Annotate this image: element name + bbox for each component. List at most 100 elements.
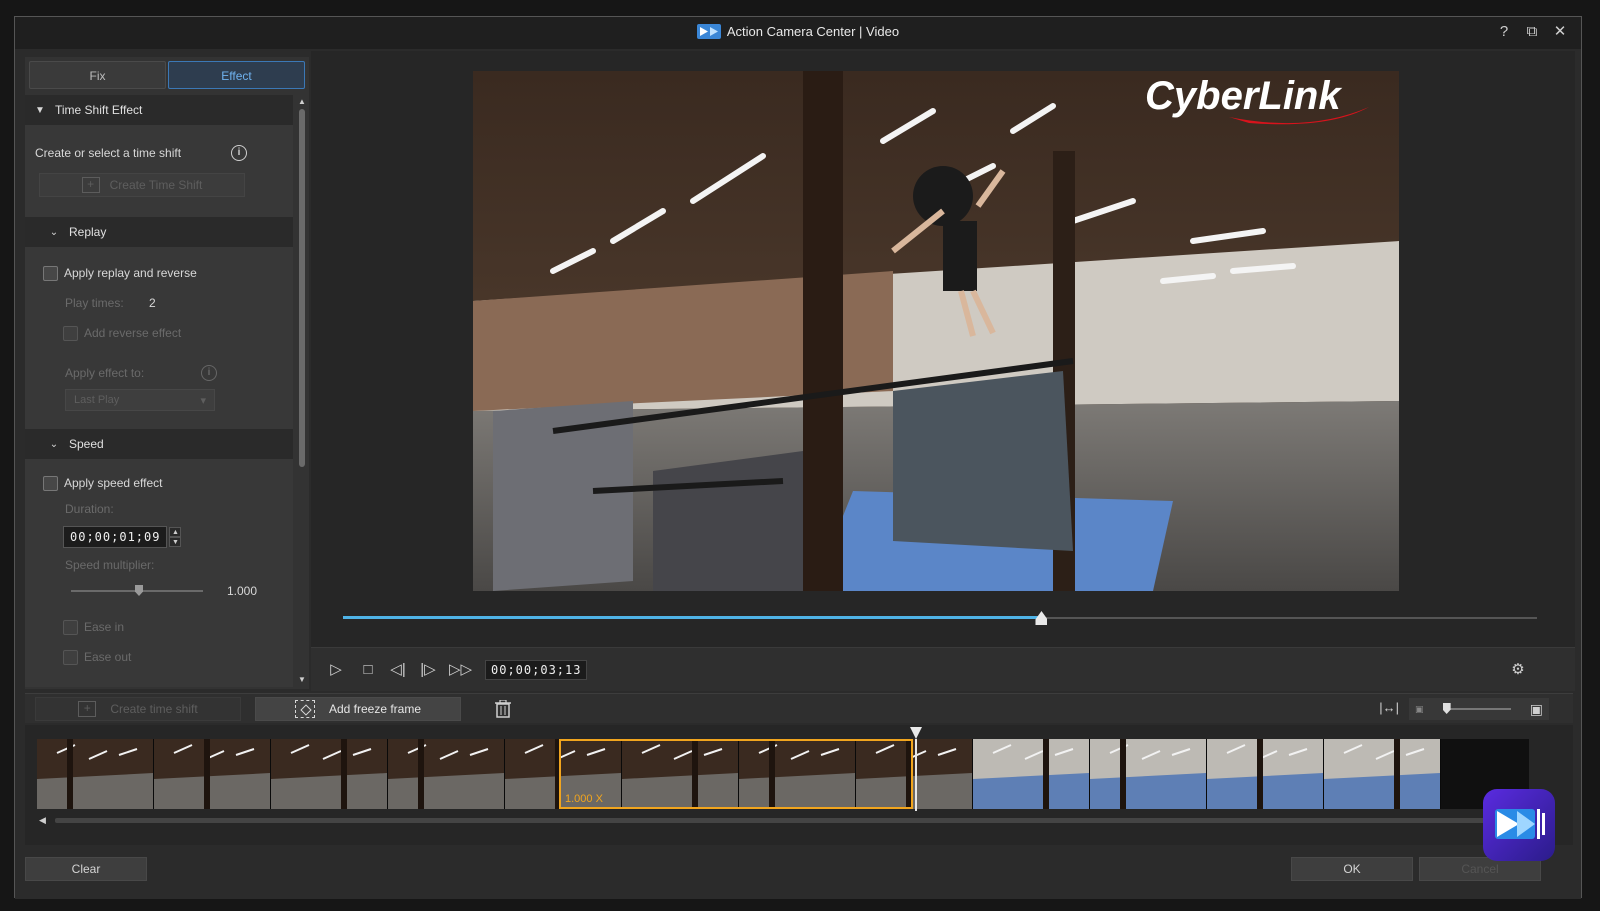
timeline-thumbnail <box>37 739 154 809</box>
apply-to-value: Last Play <box>74 394 120 406</box>
apply-to-label: Apply effect to: <box>65 366 145 380</box>
reverse-label: Add reverse effect <box>84 326 182 340</box>
speed-body: Apply speed effect Duration: 00;00;01;09… <box>25 459 293 687</box>
video-preview[interactable]: CyberLink <box>473 71 1399 591</box>
close-icon[interactable]: ✕ <box>1551 23 1569 41</box>
increment-icon[interactable]: ▲ <box>169 527 182 537</box>
speed-apply-label: Apply speed effect <box>64 476 163 490</box>
create-time-shift-timeline-button[interactable]: + Create time shift <box>35 697 241 721</box>
zoom-slider-thumb[interactable] <box>1442 703 1451 714</box>
next-frame-icon[interactable]: |▷ <box>417 660 439 680</box>
timeline-playhead-line <box>915 739 917 811</box>
decrement-icon[interactable]: ▼ <box>169 537 182 547</box>
play-times-value[interactable]: 2 <box>149 296 156 310</box>
cyberlink-logo: CyberLink <box>1139 71 1399 146</box>
speed-checkbox[interactable] <box>43 475 58 491</box>
dialog-footer: Clear OK Cancel <box>15 845 1581 899</box>
info-icon[interactable]: i <box>231 145 247 161</box>
timeline-scrollbar-thumb[interactable] <box>55 818 1525 823</box>
speed-slider[interactable] <box>71 585 203 596</box>
plus-icon: + <box>78 701 97 717</box>
fit-timeline-icon[interactable]: |↔| <box>1379 700 1399 715</box>
previous-frame-icon[interactable]: ◁| <box>387 660 409 680</box>
zoom-out-icon[interactable]: ▣ <box>1415 704 1424 715</box>
create-time-shift-label: Create Time Shift <box>109 178 203 192</box>
multiplier-value: 1.000 <box>227 584 258 598</box>
restore-icon[interactable]: ⧉ <box>1523 23 1541 41</box>
scrollbar-thumb[interactable] <box>299 109 305 467</box>
timeline-scrollbar[interactable]: ◀ <box>37 815 1547 825</box>
speed-slider-thumb[interactable] <box>135 585 143 596</box>
scrubber-handle[interactable] <box>1035 611 1048 625</box>
settings-gear-icon[interactable]: ⚙ <box>1507 660 1529 680</box>
replay-checkbox[interactable] <box>43 265 58 281</box>
current-timecode: 00;00;03;13 <box>485 660 588 680</box>
ease-out-checkbox[interactable] <box>63 649 78 665</box>
stop-icon[interactable]: □ <box>357 660 379 680</box>
plus-icon: + <box>81 177 100 193</box>
video-frame-image <box>473 71 1399 591</box>
play-times-label: Play times: <box>65 296 124 310</box>
fast-forward-icon[interactable]: ▷▷ <box>449 660 472 680</box>
chevron-down-icon: ⌄ <box>49 438 59 450</box>
window-title: Action Camera Center | Video <box>15 24 1581 39</box>
ok-button[interactable]: OK <box>1291 857 1413 881</box>
create-time-shift-button[interactable]: + Create Time Shift <box>39 173 245 197</box>
replay-title: Replay <box>69 225 107 239</box>
time-shift-body: Create or select a time shift i + Create… <box>25 125 293 217</box>
trash-icon[interactable] <box>495 699 511 718</box>
scroll-left-icon[interactable]: ◀ <box>39 815 46 826</box>
speed-title: Speed <box>69 437 104 451</box>
powerdirector-logo-icon <box>1483 789 1555 861</box>
reverse-checkbox[interactable] <box>63 325 78 341</box>
speed-header[interactable]: ⌄ Speed <box>25 429 293 459</box>
chevron-down-icon: ⌄ <box>49 226 59 238</box>
tab-fix[interactable]: Fix <box>29 61 166 89</box>
panel-scrollbar[interactable]: ▲ ▼ <box>297 97 307 685</box>
scroll-down-icon[interactable]: ▼ <box>297 675 307 685</box>
freeze-frame-icon <box>294 700 315 718</box>
effects-panel: Fix Effect ▼ Time Shift Effect Create or… <box>25 57 309 689</box>
time-shift-prompt: Create or select a time shift <box>35 146 182 160</box>
ease-in-checkbox[interactable] <box>63 619 78 635</box>
scroll-up-icon[interactable]: ▲ <box>297 97 307 107</box>
app-logo-icon <box>696 24 721 39</box>
app-window: Action Camera Center | Video ? ⧉ ✕ Fix E… <box>14 16 1582 899</box>
replay-apply-label: Apply replay and reverse <box>64 266 197 280</box>
time-shift-header[interactable]: ▼ Time Shift Effect <box>25 95 293 125</box>
clear-button[interactable]: Clear <box>25 857 147 881</box>
timeline-thumbnail <box>271 739 388 809</box>
effects-scroll-area: ▼ Time Shift Effect Create or select a t… <box>25 95 293 687</box>
timeline-thumbnail <box>1207 739 1324 809</box>
tab-effect[interactable]: Effect <box>168 61 305 89</box>
cyberlink-logo-text: CyberLink <box>1145 74 1342 118</box>
create-time-shift-timeline-label: Create time shift <box>110 702 198 716</box>
ease-in-label: Ease in <box>84 620 125 634</box>
apply-to-dropdown[interactable]: Last Play ▾ <box>65 389 215 411</box>
playback-controls: ▷ □ ◁| |▷ ▷▷ 00;00;03;13 ⚙ <box>311 647 1575 691</box>
replay-body: Apply replay and reverse Play times: 2 A… <box>25 247 293 429</box>
add-freeze-frame-button[interactable]: Add freeze frame <box>255 697 461 721</box>
collapse-triangle-icon: ▼ <box>35 104 45 116</box>
replay-header[interactable]: ⌄ Replay <box>25 217 293 247</box>
zoom-in-icon[interactable]: ▣ <box>1530 701 1543 718</box>
timeline: 1.000 X ◀ <box>25 725 1573 845</box>
timeline-thumbnail <box>973 739 1090 809</box>
time-shift-selection[interactable]: 1.000 X <box>559 739 913 809</box>
info-icon[interactable]: i <box>201 365 217 381</box>
timeline-thumbnail <box>1090 739 1207 809</box>
duration-label: Duration: <box>65 502 114 516</box>
duration-input[interactable]: 00;00;01;09 <box>63 526 168 548</box>
timeline-toolbar: + Create time shift Add freeze frame |↔|… <box>25 693 1573 723</box>
help-icon[interactable]: ? <box>1495 23 1513 41</box>
multiplier-label: Speed multiplier: <box>65 558 155 572</box>
timeline-thumbnail <box>154 739 271 809</box>
play-icon[interactable]: ▷ <box>325 660 347 680</box>
preview-area: CyberLink ▷ □ ◁| |▷ ▷▷ 00;00;03;13 ⚙ <box>311 51 1575 691</box>
playback-scrubber[interactable] <box>343 611 1537 625</box>
timeline-playhead-icon[interactable] <box>910 727 922 739</box>
scrubber-progress <box>343 616 1042 619</box>
timeline-thumbnail <box>1324 739 1441 809</box>
zoom-slider[interactable] <box>1442 703 1511 714</box>
add-freeze-frame-label: Add freeze frame <box>328 702 422 716</box>
